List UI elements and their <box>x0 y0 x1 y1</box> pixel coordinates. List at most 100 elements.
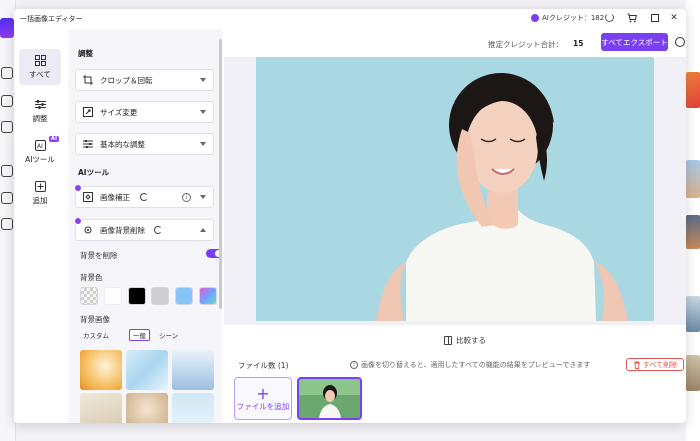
add-file-button[interactable]: + ファイルを追加 <box>234 377 292 420</box>
crop-icon <box>83 75 93 85</box>
chevron-down-icon <box>200 78 206 82</box>
cart-icon[interactable] <box>626 12 638 24</box>
app-logo-icon <box>0 18 14 38</box>
sliders-icon <box>34 99 46 109</box>
basic-adjust-dropdown[interactable]: 基本的な調整 <box>75 133 214 155</box>
nav-label: すべて <box>29 69 51 79</box>
redo-icon[interactable] <box>154 226 162 234</box>
bg-image-thumb[interactable] <box>80 350 122 390</box>
gear-icon[interactable] <box>675 37 685 47</box>
woman-portrait-image <box>256 57 654 321</box>
swatch-black[interactable] <box>128 287 146 305</box>
window-title: 一括画像エディター <box>20 15 83 23</box>
chevron-down-icon <box>200 142 206 146</box>
ai-tools-section-title: AIツール <box>78 168 110 177</box>
enhance-icon <box>83 192 93 202</box>
file-thumbnail[interactable] <box>297 377 362 420</box>
trash-icon <box>633 361 640 369</box>
panel-scrollbar[interactable] <box>219 39 222 309</box>
estimated-credits-value: 15 <box>573 39 584 48</box>
resize-label: サイズ変更 <box>100 107 138 117</box>
file-count-label: ファイル数 (1) <box>238 361 289 370</box>
ai-credit-icon <box>531 14 539 22</box>
bg-image-tab-scene[interactable]: シーン <box>156 329 181 341</box>
bg-image-thumb[interactable] <box>126 350 168 390</box>
estimated-credits-label: 推定クレジット合計： <box>488 40 563 49</box>
resize-dropdown[interactable]: サイズ変更 <box>75 101 214 123</box>
preview-image <box>256 57 654 321</box>
bg-image-thumb[interactable] <box>126 393 168 423</box>
bg-image-tab-general[interactable]: 一般 <box>129 329 150 341</box>
svg-text:AI: AI <box>37 143 43 150</box>
background-thumb <box>686 160 700 198</box>
plus-icon: + <box>256 383 270 403</box>
bg-image-thumb[interactable] <box>80 393 122 423</box>
info-icon: i <box>350 361 358 369</box>
ai-badge: AI <box>48 136 59 142</box>
swatch-transparent[interactable] <box>80 287 98 305</box>
bg-image-label: 背景画像 <box>80 315 110 324</box>
bg-image-thumb[interactable] <box>172 393 214 423</box>
preview-canvas <box>224 57 686 325</box>
bg-remove-dropdown[interactable]: 画像背景削除 <box>74 217 214 241</box>
chevron-down-icon <box>200 195 206 199</box>
grid-icon <box>34 54 46 66</box>
left-navigation: すべて 調整 AI AI AIツール 追加 <box>14 29 68 423</box>
chevron-down-icon <box>200 110 206 114</box>
bg-image-tab-custom[interactable]: カスタム <box>80 329 112 341</box>
nav-label: AIツール <box>25 154 55 164</box>
nav-label: 調整 <box>32 113 48 123</box>
preview-hint-text: 画像を切り替えると、適用したすべての機能の結果をプレビューできます <box>361 361 591 369</box>
document-icon <box>1 121 13 133</box>
image-enhance-label: 画像補正 <box>100 192 130 202</box>
maximize-icon[interactable] <box>649 12 661 24</box>
remove-bg-label: 背景を削除 <box>80 251 118 260</box>
delete-all-button[interactable]: すべて削除 <box>626 358 684 371</box>
batch-image-editor-dialog: 一括画像エディター AIクレジット：182 ✕ すべて 調整 AI AI AIツ… <box>14 9 686 423</box>
background-thumb <box>686 215 700 249</box>
refresh-credit-icon[interactable] <box>605 13 614 22</box>
nav-label: 追加 <box>32 195 48 205</box>
compare-toggle[interactable]: 比較する <box>444 335 486 346</box>
image-enhance-dropdown[interactable]: 画像補正 i <box>74 184 214 208</box>
image-icon <box>1 192 13 204</box>
bg-remove-label: 画像背景削除 <box>100 225 145 235</box>
plus-box-icon <box>34 180 46 192</box>
nav-item-all[interactable]: すべて <box>19 49 61 85</box>
basic-adjust-label: 基本的な調整 <box>100 139 145 149</box>
swatch-white[interactable] <box>104 287 122 305</box>
gear-sparkle-icon <box>84 226 92 234</box>
export-all-button[interactable]: すべてエクスポート <box>601 33 668 51</box>
preview-hint: i 画像を切り替えると、適用したすべての機能の結果をプレビューできます <box>350 360 590 370</box>
ai-icon: AI <box>34 139 46 151</box>
main-area: 推定クレジット合計： 15 すべてエクスポート 比較する ファイル数 (1) i… <box>224 29 686 423</box>
compare-icon <box>444 336 452 345</box>
ai-credit-indicator: AIクレジット：182 <box>531 13 604 23</box>
sliders-icon <box>83 140 93 148</box>
close-icon[interactable]: ✕ <box>668 12 680 24</box>
swatch-gray[interactable] <box>151 287 169 305</box>
resize-icon <box>83 107 93 117</box>
swatch-light-blue[interactable] <box>175 287 193 305</box>
nav-item-ai-tools[interactable]: AI AI AIツール <box>19 134 61 170</box>
chevron-up-icon <box>200 228 206 232</box>
ai-feature-dot <box>74 217 82 225</box>
monitor-icon <box>1 218 13 230</box>
background-thumb <box>686 72 700 108</box>
info-icon[interactable]: i <box>182 193 191 202</box>
add-file-label: ファイルを追加 <box>236 401 290 411</box>
redo-icon[interactable] <box>140 193 148 201</box>
nav-item-add[interactable]: 追加 <box>19 175 61 211</box>
settings-panel: 調整 クロップ＆回転 サイズ変更 基本的な調整 AIツール 画像補正 i 画像背… <box>68 29 222 423</box>
ai-credit-label: AIクレジット：182 <box>542 14 605 22</box>
bg-color-label: 背景色 <box>80 273 103 282</box>
swatch-gradient[interactable] <box>199 287 217 305</box>
nav-item-adjust[interactable]: 調整 <box>19 93 61 129</box>
main-toolbar: 推定クレジット合計： 15 すべてエクスポート <box>224 29 686 57</box>
title-bar: 一括画像エディター AIクレジット：182 ✕ <box>14 9 686 29</box>
bg-image-thumb[interactable] <box>172 350 214 390</box>
toolbox-icon <box>1 95 13 107</box>
crop-rotate-dropdown[interactable]: クロップ＆回転 <box>75 69 214 91</box>
file-thumbnail-image <box>299 379 360 418</box>
background-thumb <box>686 355 700 391</box>
